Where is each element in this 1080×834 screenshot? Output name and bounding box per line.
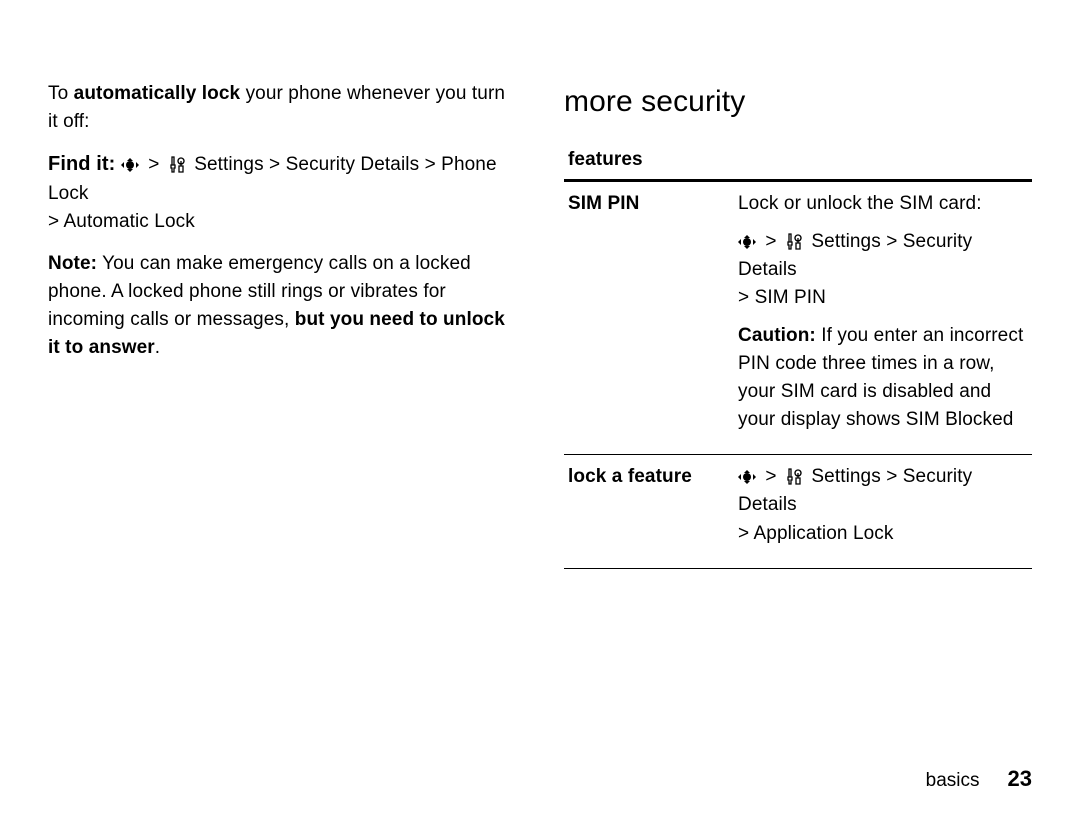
lock-feature-path-app-lock: > Application Lock [738,523,894,544]
table-header-features: features [564,142,1032,180]
note-period: . [155,337,160,358]
chevron-right-icon: > [148,154,159,175]
caution-label: Caution: [738,325,816,346]
navigation-key-icon [738,235,756,249]
footer-section: basics [926,770,980,792]
table-row: lock a feature > Settings > Security Det… [564,455,1032,568]
chevron-right-icon: > [765,231,776,252]
intro-pre: To [48,83,74,104]
note-label: Note: [48,253,97,274]
find-it-paragraph: Find it: > Settings > Security Details >… [48,150,516,236]
feature-desc-lock-feature: > Settings > Security Details > Applicat… [734,455,1032,568]
navigation-key-icon [738,470,756,484]
feature-desc-sim-pin: Lock or unlock the SIM card: > Settings … [734,180,1032,455]
page-footer: basics 23 [926,766,1032,792]
table-header-row: features [564,142,1032,180]
footer-page-number: 23 [1008,766,1032,792]
table-row: SIM PIN Lock or unlock the SIM card: > S… [564,180,1032,455]
right-column: more security features SIM PIN Lock or u… [564,80,1032,784]
find-path-settings-security: Settings > Security Details [194,154,419,175]
navigation-key-icon [121,158,139,172]
settings-toolkit-icon [786,231,804,249]
feature-name-sim-pin: SIM PIN [564,180,734,455]
settings-toolkit-icon [786,466,804,484]
sim-pin-path-sim: > SIM PIN [738,287,826,308]
sim-blocked-text: SIM Blocked [906,409,1014,430]
intro-bold: automatically lock [74,83,241,104]
left-column: To automatically lock your phone wheneve… [48,80,516,784]
more-security-heading: more security [564,80,1032,124]
settings-toolkit-icon [169,154,187,172]
page: To automatically lock your phone wheneve… [0,0,1080,834]
note-paragraph: Note: You can make emergency calls on a … [48,250,516,362]
sim-pin-caution: Caution: If you enter an incorrect PIN c… [738,322,1026,434]
sim-pin-path: > Settings > Security Details > SIM PIN [738,228,1026,312]
intro-paragraph: To automatically lock your phone wheneve… [48,80,516,136]
feature-name-lock-feature: lock a feature [564,455,734,568]
features-table: features SIM PIN Lock or unlock the SIM … [564,142,1032,568]
find-it-label: Find it: [48,153,115,175]
lock-feature-path: > Settings > Security Details > Applicat… [738,463,1026,547]
sim-pin-lock-unlock: Lock or unlock the SIM card: [738,190,1026,218]
find-path-auto-lock: > Automatic Lock [48,211,195,232]
chevron-right-icon: > [765,466,776,487]
